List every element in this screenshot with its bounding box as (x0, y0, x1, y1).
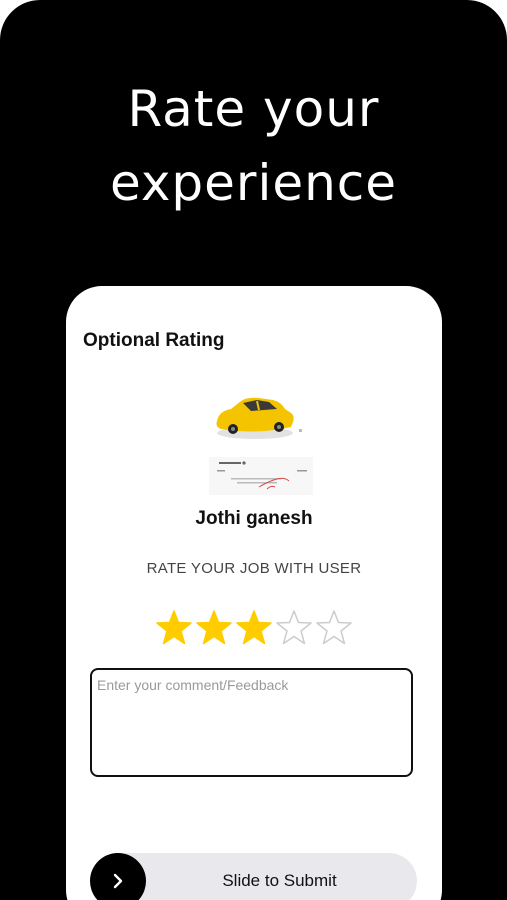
rating-card: Optional Rating Jothi ganesh RATE YOUR J… (66, 286, 442, 900)
headline-line-2: experience (109, 154, 398, 212)
slider-label: Slide to Submit (222, 871, 337, 890)
star-empty-icon[interactable] (315, 609, 353, 647)
promo-frame: Rate your experience Optional Rating Jot… (0, 0, 507, 900)
star-filled-icon[interactable] (155, 609, 193, 647)
headline-line-1: Rate your (127, 80, 380, 138)
headline: Rate your experience (0, 72, 507, 220)
user-name: Jothi ganesh (195, 508, 313, 529)
star-filled-icon[interactable] (235, 609, 273, 647)
star-rating[interactable] (155, 609, 355, 647)
star-empty-icon[interactable] (275, 609, 313, 647)
taxi-car-icon (209, 397, 313, 495)
slider-knob[interactable] (90, 853, 146, 900)
rate-label: RATE YOUR JOB WITH USER (146, 560, 362, 577)
star-filled-icon[interactable] (195, 609, 233, 647)
chevron-right-icon (113, 873, 123, 889)
slide-to-submit[interactable]: Slide to Submit (90, 853, 417, 900)
card-title: Optional Rating (83, 330, 225, 351)
comment-input[interactable] (90, 668, 413, 777)
